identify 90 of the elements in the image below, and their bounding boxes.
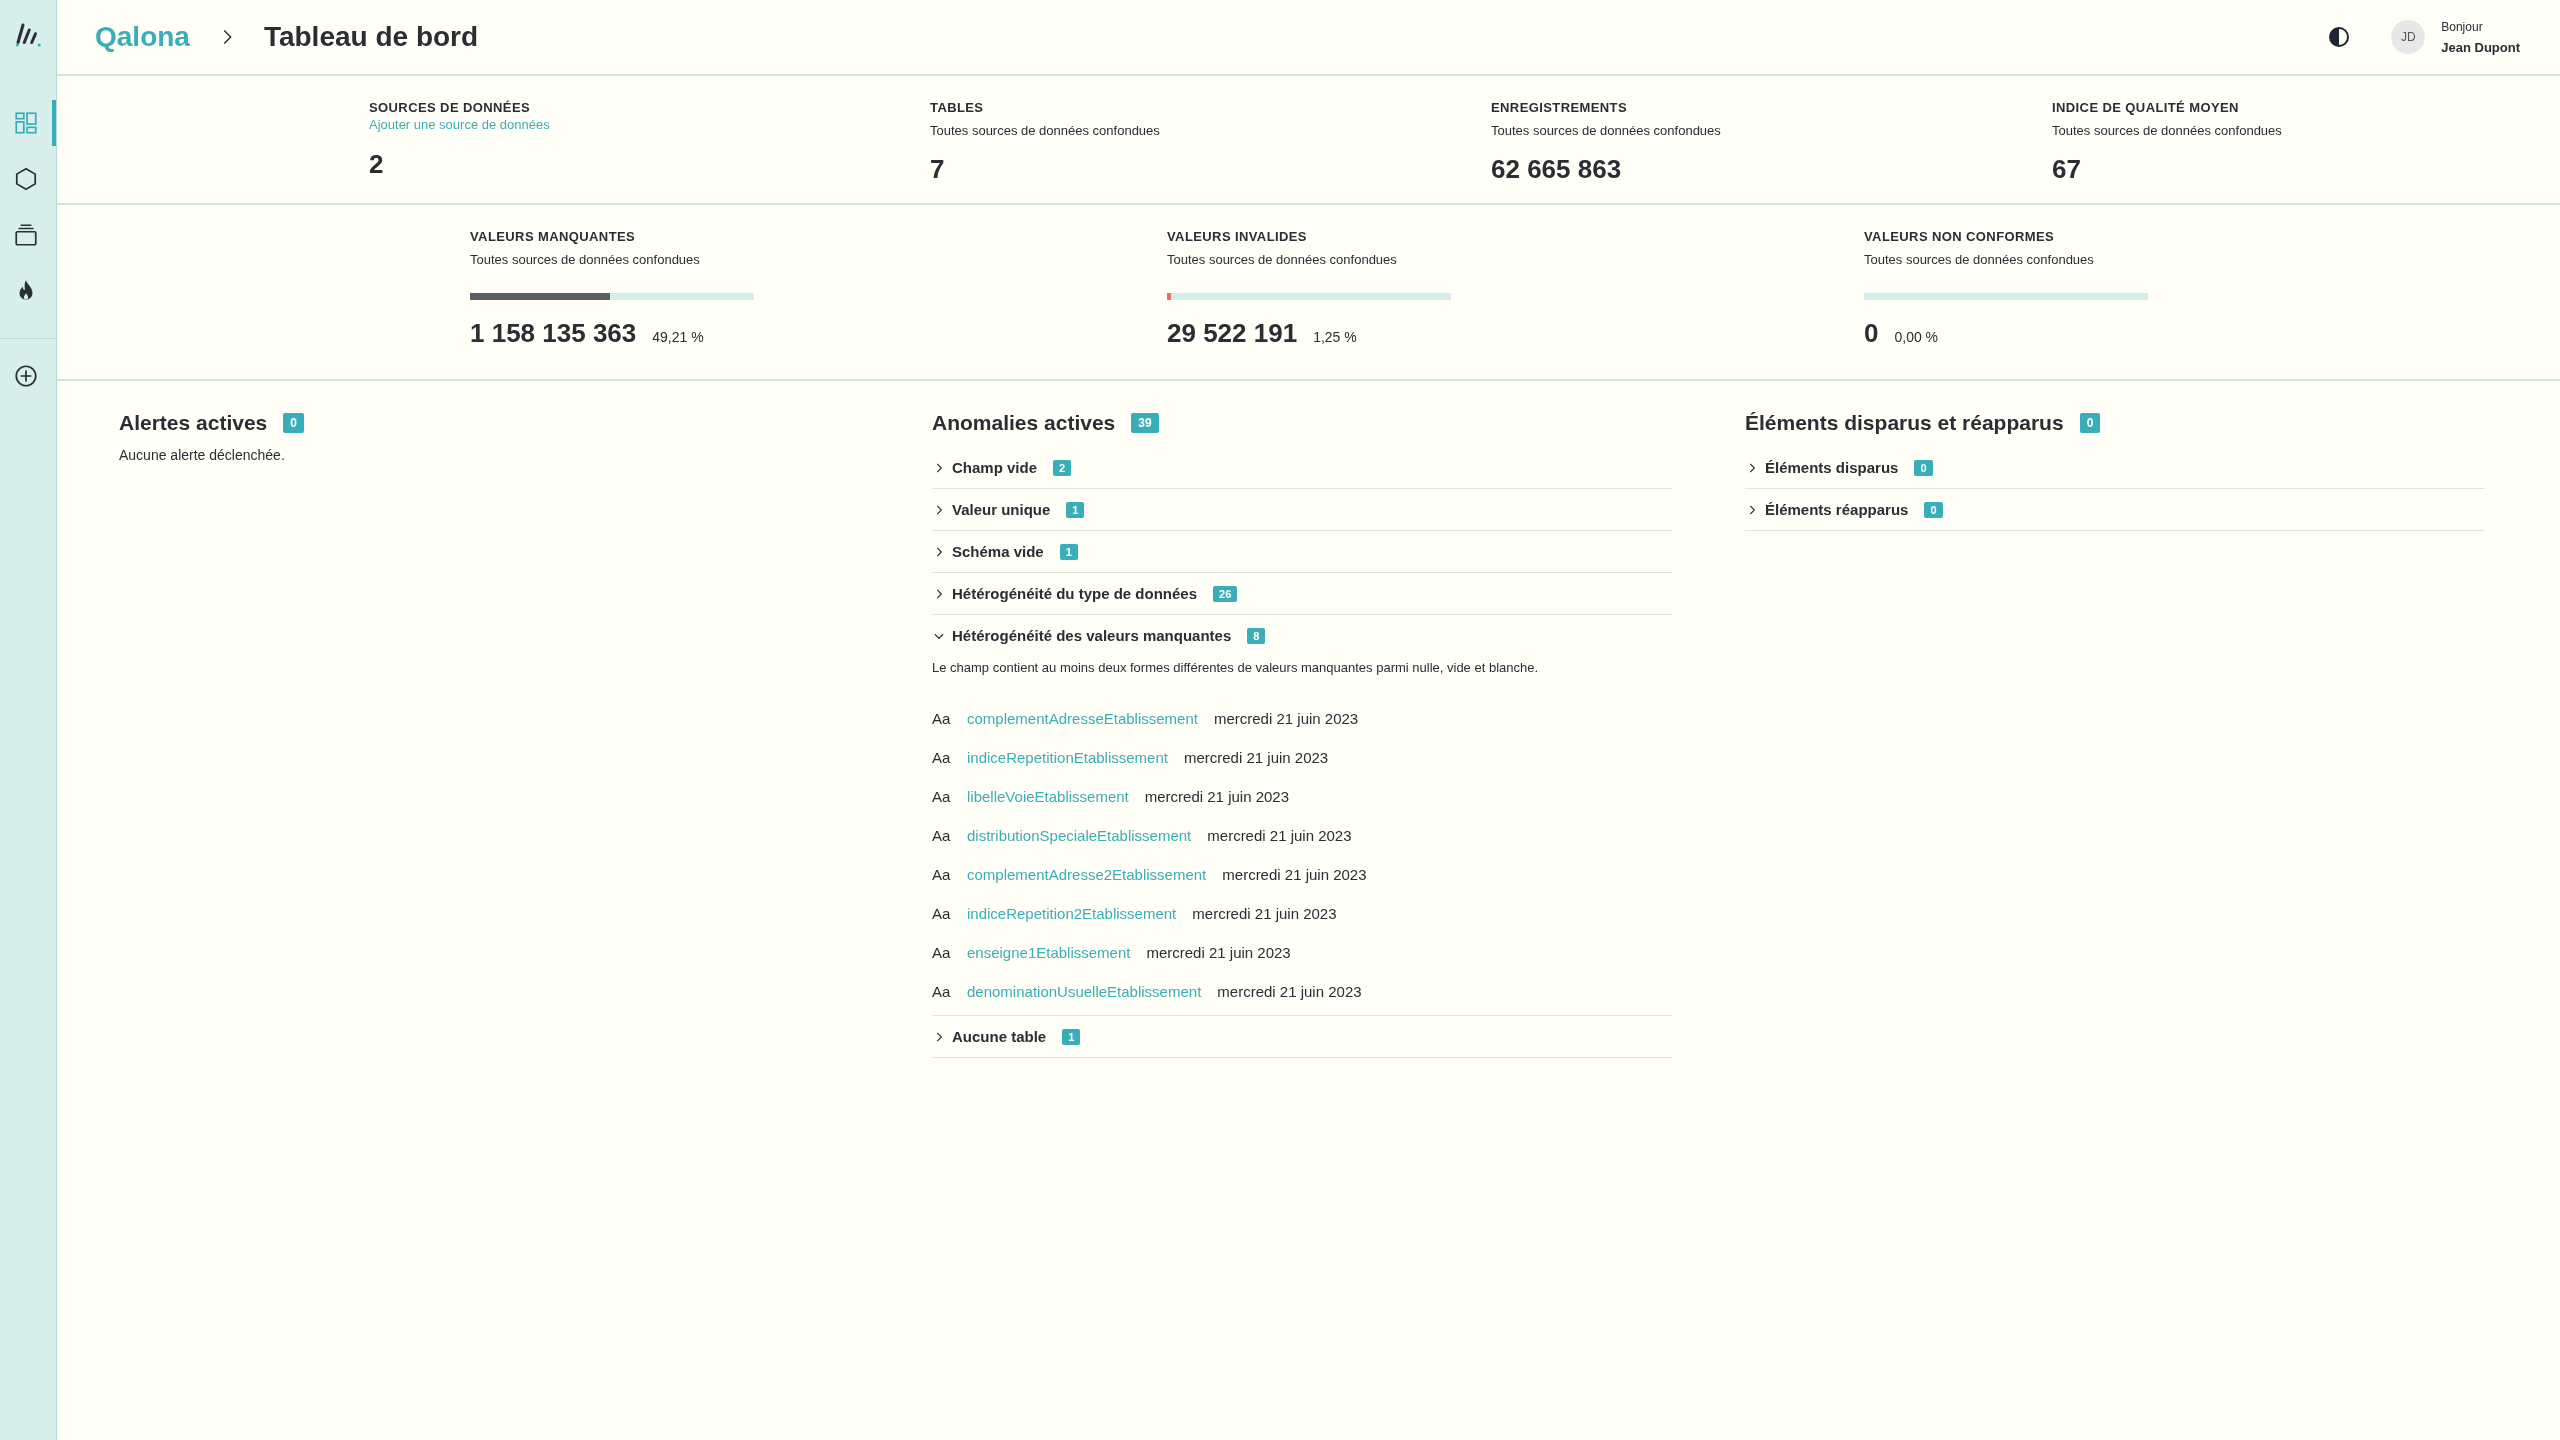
group-label: Éléments réapparus xyxy=(1765,501,1909,518)
date-text: mercredi 21 juin 2023 xyxy=(1213,710,1359,727)
count-badge: 0 xyxy=(2079,413,2101,433)
count-badge: 39 xyxy=(1131,413,1159,433)
breadcrumb-link[interactable]: Qalona xyxy=(95,21,190,53)
add-icon xyxy=(13,363,39,389)
text-type-icon: Aa xyxy=(932,983,967,1000)
stat-subtitle: Toutes sources de données confondues xyxy=(1491,123,1722,138)
date-text: mercredi 21 juin 2023 xyxy=(1183,749,1329,766)
accordion-header[interactable]: Champ vide 2 xyxy=(932,447,1072,488)
date-text: mercredi 21 juin 2023 xyxy=(1207,827,1352,844)
section-title: Alertes actives xyxy=(119,411,268,435)
accordion-header[interactable]: Hétérogénéité des valeurs manquantes 8 xyxy=(932,615,1266,656)
percent-text: 49,21 % xyxy=(652,329,704,345)
text-type-icon: Aa xyxy=(932,710,967,727)
stat-value: 29 522 191 xyxy=(1167,318,1298,349)
group-label: Hétérogénéité des valeurs manquantes xyxy=(952,627,1232,644)
grid-icon xyxy=(13,110,39,136)
stat-subtitle: Toutes sources de données confondues xyxy=(1167,252,1398,267)
text-type-icon: Aa xyxy=(932,944,967,961)
percent-text: 0,00 % xyxy=(1894,329,1939,345)
group-label: Schéma vide xyxy=(952,543,1044,560)
stat-value: 67 xyxy=(2052,154,2082,185)
stat-label: INDICE DE QUALITÉ MOYEN xyxy=(2052,100,2240,115)
group-label: Éléments disparus xyxy=(1765,459,1899,476)
count-badge: 1 xyxy=(1062,1028,1081,1045)
percent-text: 1,25 % xyxy=(1313,329,1357,345)
field-link[interactable]: enseigne1Etablissement xyxy=(967,944,1131,961)
stat-subtitle: Toutes sources de données confondues xyxy=(470,252,701,267)
add-source-link[interactable]: Ajouter une source de données xyxy=(369,117,550,132)
group-label: Aucune table xyxy=(952,1028,1047,1045)
accordion-header[interactable]: Hétérogénéité du type de données 26 xyxy=(932,573,1238,614)
field-link[interactable]: complementAdresse2Etablissement xyxy=(967,866,1207,883)
stat-subtitle: Toutes sources de données confondues xyxy=(2052,123,2283,138)
section-title: Anomalies actives xyxy=(932,411,1116,435)
description-text: Le champ contient au moins deux formes différentes de valeurs manquantes parmi nulle, vide et blanche. xyxy=(932,660,1540,675)
stat-subtitle: Toutes sources de données confondues xyxy=(930,123,1161,138)
page-title: Tableau de bord xyxy=(263,21,479,53)
date-text: mercredi 21 juin 2023 xyxy=(1144,788,1290,805)
field-link[interactable]: indiceRepetition2Etablissement xyxy=(967,905,1177,922)
layers-icon xyxy=(13,222,39,248)
stat-label: VALEURS NON CONFORMES xyxy=(1864,229,2056,244)
text-type-icon: Aa xyxy=(932,788,967,805)
contrast-icon[interactable] xyxy=(2327,25,2352,49)
stat-value: 1 158 135 363 xyxy=(470,318,637,349)
text-type-icon: Aa xyxy=(932,749,967,766)
date-text: mercredi 21 juin 2023 xyxy=(1217,983,1362,1000)
hexagon-icon xyxy=(13,166,39,192)
text-type-icon: Aa xyxy=(932,866,967,883)
accordion-header[interactable]: Éléments réapparus 0 xyxy=(1745,489,1943,530)
stat-subtitle: Toutes sources de données confondues xyxy=(1864,252,2095,267)
count-badge: 8 xyxy=(1247,627,1266,644)
count-badge: 0 xyxy=(1924,501,1943,518)
stat-label: VALEURS MANQUANTES xyxy=(470,229,637,244)
group-label: Valeur unique xyxy=(952,501,1051,518)
field-link[interactable]: denominationUsuelleEtablissement xyxy=(967,983,1202,1000)
stat-value: 2 xyxy=(369,149,385,180)
count-badge: 2 xyxy=(1053,459,1072,476)
greeting-text: Bonjour xyxy=(2441,19,2484,34)
avatar[interactable]: JD xyxy=(2391,20,2426,54)
date-text: mercredi 21 juin 2023 xyxy=(1146,944,1291,961)
date-text: mercredi 21 juin 2023 xyxy=(1192,905,1337,922)
group-label: Champ vide xyxy=(952,459,1038,476)
stat-label: TABLES xyxy=(930,100,985,115)
count-badge: 1 xyxy=(1059,543,1078,560)
field-link[interactable]: distributionSpecialeEtablissement xyxy=(967,827,1192,844)
accordion-header[interactable]: Valeur unique 1 xyxy=(932,489,1085,530)
count-badge: 26 xyxy=(1213,585,1238,602)
accordion-header[interactable]: Éléments disparus 0 xyxy=(1745,447,1933,488)
field-link[interactable]: libelleVoieEtablissement xyxy=(967,788,1129,805)
field-link[interactable]: complementAdresseEtablissement xyxy=(967,710,1198,727)
text-type-icon: Aa xyxy=(932,905,967,922)
count-badge: 0 xyxy=(283,413,304,433)
accordion-header[interactable]: Schéma vide 1 xyxy=(932,531,1078,572)
field-link[interactable]: indiceRepetitionEtablissement xyxy=(967,749,1168,766)
stat-label: ENREGISTREMENTS xyxy=(1491,100,1628,115)
count-badge: 1 xyxy=(1066,501,1085,518)
user-name: Jean Dupont xyxy=(2441,39,2520,55)
stat-value: 0 xyxy=(1864,318,1879,349)
stat-label: VALEURS INVALIDES xyxy=(1167,229,1308,244)
group-label: Hétérogénéité du type de données xyxy=(952,585,1198,602)
accordion-header[interactable]: Aucune table 1 xyxy=(932,1016,1081,1057)
stat-value: 7 xyxy=(930,154,946,185)
count-badge: 0 xyxy=(1914,459,1933,476)
section-title: Éléments disparus et réapparus xyxy=(1745,411,2064,435)
date-text: mercredi 21 juin 2023 xyxy=(1222,866,1367,883)
stat-label: SOURCES DE DONNÉES xyxy=(369,100,532,115)
stat-value: 62 665 863 xyxy=(1491,154,1623,185)
text-type-icon: Aa xyxy=(932,827,967,844)
empty-state-text: Aucune alerte déclenchée. xyxy=(119,447,286,463)
